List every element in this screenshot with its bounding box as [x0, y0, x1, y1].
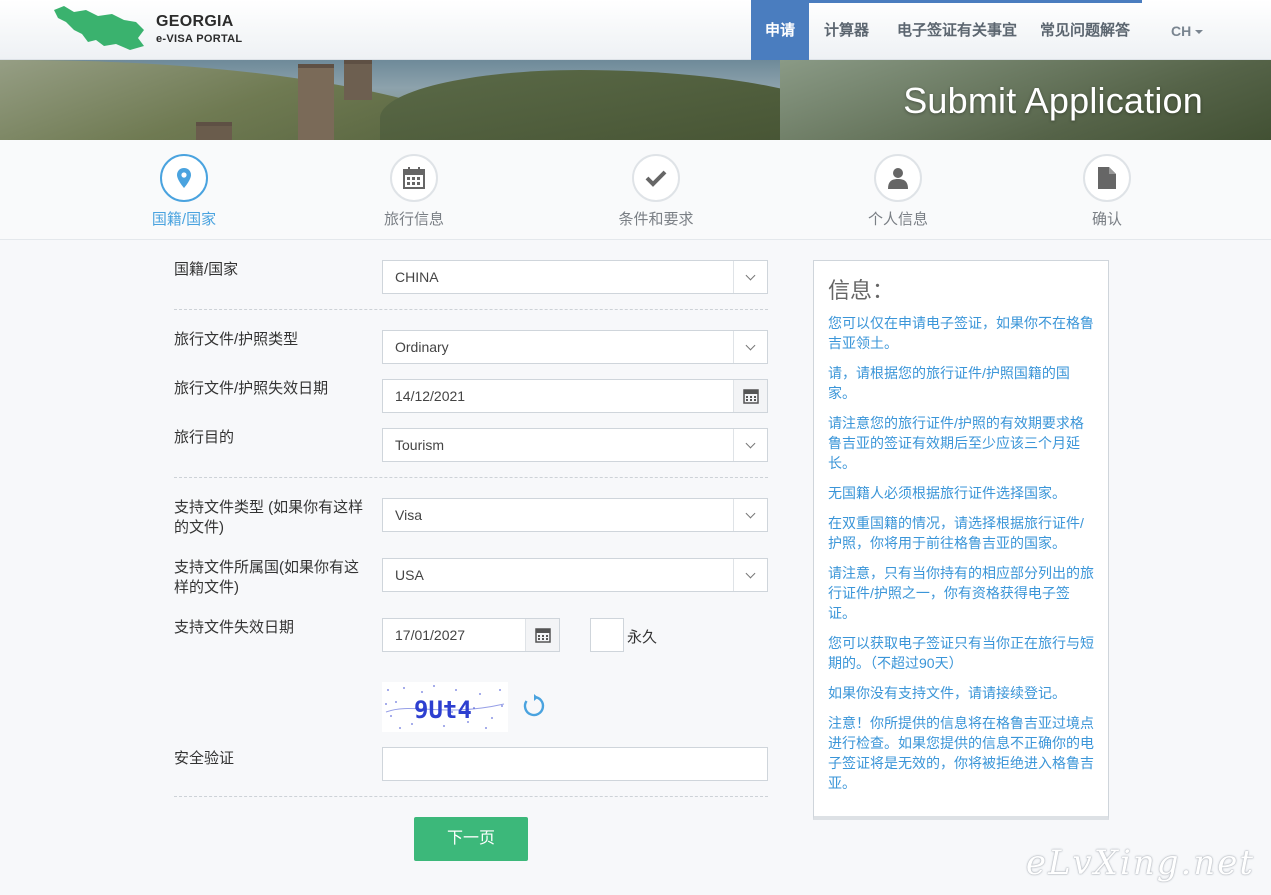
purpose-value: Tourism: [395, 437, 445, 453]
nav-faq[interactable]: 常见问题解答: [1040, 0, 1130, 60]
page-title: Submit Application: [903, 80, 1203, 121]
doc-type-value: Ordinary: [395, 339, 449, 355]
step-personal-info[interactable]: 个人信息: [828, 154, 968, 229]
logo-subtitle: e-VISA PORTAL: [156, 33, 243, 45]
doc-expiry-value: 14/12/2021: [395, 388, 466, 404]
captcha-image: 9Ut4: [382, 682, 508, 732]
permanent-label: 永久: [627, 629, 658, 646]
permanent-checkbox[interactable]: [590, 618, 624, 652]
nav-calculator[interactable]: 计算器: [824, 0, 869, 60]
nationality-value: CHINA: [395, 269, 439, 285]
info-paragraph: 无国籍人必须根据旅行证件选择国家。: [828, 485, 1066, 501]
chevron-down-icon: [1195, 30, 1204, 35]
chevron-down-icon[interactable]: [733, 429, 767, 461]
watermark: eLvXing.net: [1025, 843, 1255, 883]
nav-evisa-info[interactable]: 电子签证有关事宜: [897, 0, 1017, 60]
purpose-label: 旅行目的: [174, 429, 235, 446]
doc-expiry-label: 旅行文件/护照失效日期: [174, 380, 329, 397]
captcha-text: 9Ut4: [414, 696, 472, 724]
nav-apply[interactable]: 申请: [751, 0, 1142, 60]
support-expiry-date-input[interactable]: 17/01/2027: [382, 618, 560, 652]
step-label: 国籍/国家: [151, 211, 217, 228]
map-marker-icon: [160, 154, 208, 202]
step-confirm[interactable]: 确认: [1037, 154, 1177, 229]
step-label: 条件和要求: [618, 211, 694, 228]
section-divider: [174, 477, 768, 478]
banner-tower: [196, 122, 232, 140]
user-icon: [874, 154, 922, 202]
next-page-button[interactable]: 下一页: [414, 817, 528, 861]
chevron-down-icon[interactable]: [733, 331, 767, 363]
support-country-select[interactable]: USA: [382, 558, 768, 592]
calendar-icon[interactable]: [525, 619, 559, 651]
info-paragraph: 请注意，只有当你持有的相应部分列出的旅行证件/护照之一，你有资格获得电子签证。: [828, 565, 1094, 621]
info-paragraph: 如果你没有支持文件，请请接续登记。: [828, 685, 1066, 701]
banner-tower: [344, 60, 372, 100]
chevron-down-icon[interactable]: [733, 559, 767, 591]
info-paragraph: 请，请根据您的旅行证件/护照国籍的国家。: [828, 365, 1070, 401]
refresh-captcha-icon[interactable]: [522, 694, 546, 718]
section-divider: [174, 796, 768, 797]
info-title: 信息：: [828, 278, 895, 303]
support-type-label: 支持文件类型 (如果你有这样的文件): [174, 499, 364, 536]
nationality-label: 国籍/国家: [174, 261, 239, 278]
top-navbar: GEORGIA e-VISA PORTAL 申请 计算器 电子签证有关事宜 常见…: [0, 0, 1271, 60]
info-paragraph: 您可以获取电子签证只有当你正在旅行与短期的。（不超过90天）: [828, 635, 1094, 671]
info-paragraph: 您可以仅在申请电子签证，如果你不在格鲁吉亚领土。: [828, 315, 1094, 351]
step-label: 确认: [1091, 211, 1122, 228]
step-requirements[interactable]: 条件和要求: [586, 154, 726, 229]
info-paragraph: 请注意您的旅行证件/护照的有效期要求格鲁吉亚的签证有效期后至少应该三个月延长。: [828, 415, 1084, 471]
checkmark-icon: [632, 154, 680, 202]
site-logo[interactable]: GEORGIA e-VISA PORTAL: [52, 4, 252, 54]
section-divider: [174, 309, 768, 310]
info-paragraph: 在双重国籍的情况，请选择根据旅行证件/护照，你将用于前往格鲁吉亚的国家。: [828, 515, 1084, 551]
chevron-down-icon[interactable]: [733, 261, 767, 293]
purpose-select[interactable]: Tourism: [382, 428, 768, 462]
support-type-value: Visa: [395, 507, 422, 523]
calendar-icon: [390, 154, 438, 202]
support-country-value: USA: [395, 567, 424, 583]
doc-type-label: 旅行文件/护照类型: [174, 331, 299, 348]
progress-steps: 国籍/国家 旅行信息 条件和要求 个人信息 确认: [0, 140, 1271, 240]
step-travel-info[interactable]: 旅行信息: [344, 154, 484, 229]
support-country-label: 支持文件所属国(如果你有这样的文件): [174, 559, 359, 596]
support-type-select[interactable]: Visa: [382, 498, 768, 532]
doc-type-select[interactable]: Ordinary: [382, 330, 768, 364]
georgia-map-icon: [54, 6, 144, 50]
support-expiry-label: 支持文件失效日期: [174, 619, 295, 636]
calendar-icon[interactable]: [733, 380, 767, 412]
language-selector[interactable]: CH: [1171, 0, 1204, 60]
step-nationality[interactable]: 国籍/国家: [114, 154, 254, 229]
language-label: CH: [1171, 23, 1192, 39]
step-label: 个人信息: [867, 211, 928, 228]
step-label: 旅行信息: [383, 211, 444, 228]
security-label: 安全验证: [174, 750, 235, 767]
doc-expiry-date-input[interactable]: 14/12/2021: [382, 379, 768, 413]
document-icon: [1083, 154, 1131, 202]
banner-tower: [298, 64, 334, 140]
security-code-input[interactable]: [382, 747, 768, 781]
info-panel: 信息： 您可以仅在申请电子签证，如果你不在格鲁吉亚领土。 请，请根据您的旅行证件…: [813, 260, 1109, 820]
nationality-select[interactable]: CHINA: [382, 260, 768, 294]
logo-title: GEORGIA: [156, 13, 234, 30]
hero-banner: Submit Application: [0, 60, 1271, 140]
info-paragraph: 注意！你所提供的信息将在格鲁吉亚过境点进行检查。如果您提供的信息不正确你的电子签…: [828, 715, 1094, 791]
chevron-down-icon[interactable]: [733, 499, 767, 531]
support-expiry-value: 17/01/2027: [395, 627, 466, 643]
